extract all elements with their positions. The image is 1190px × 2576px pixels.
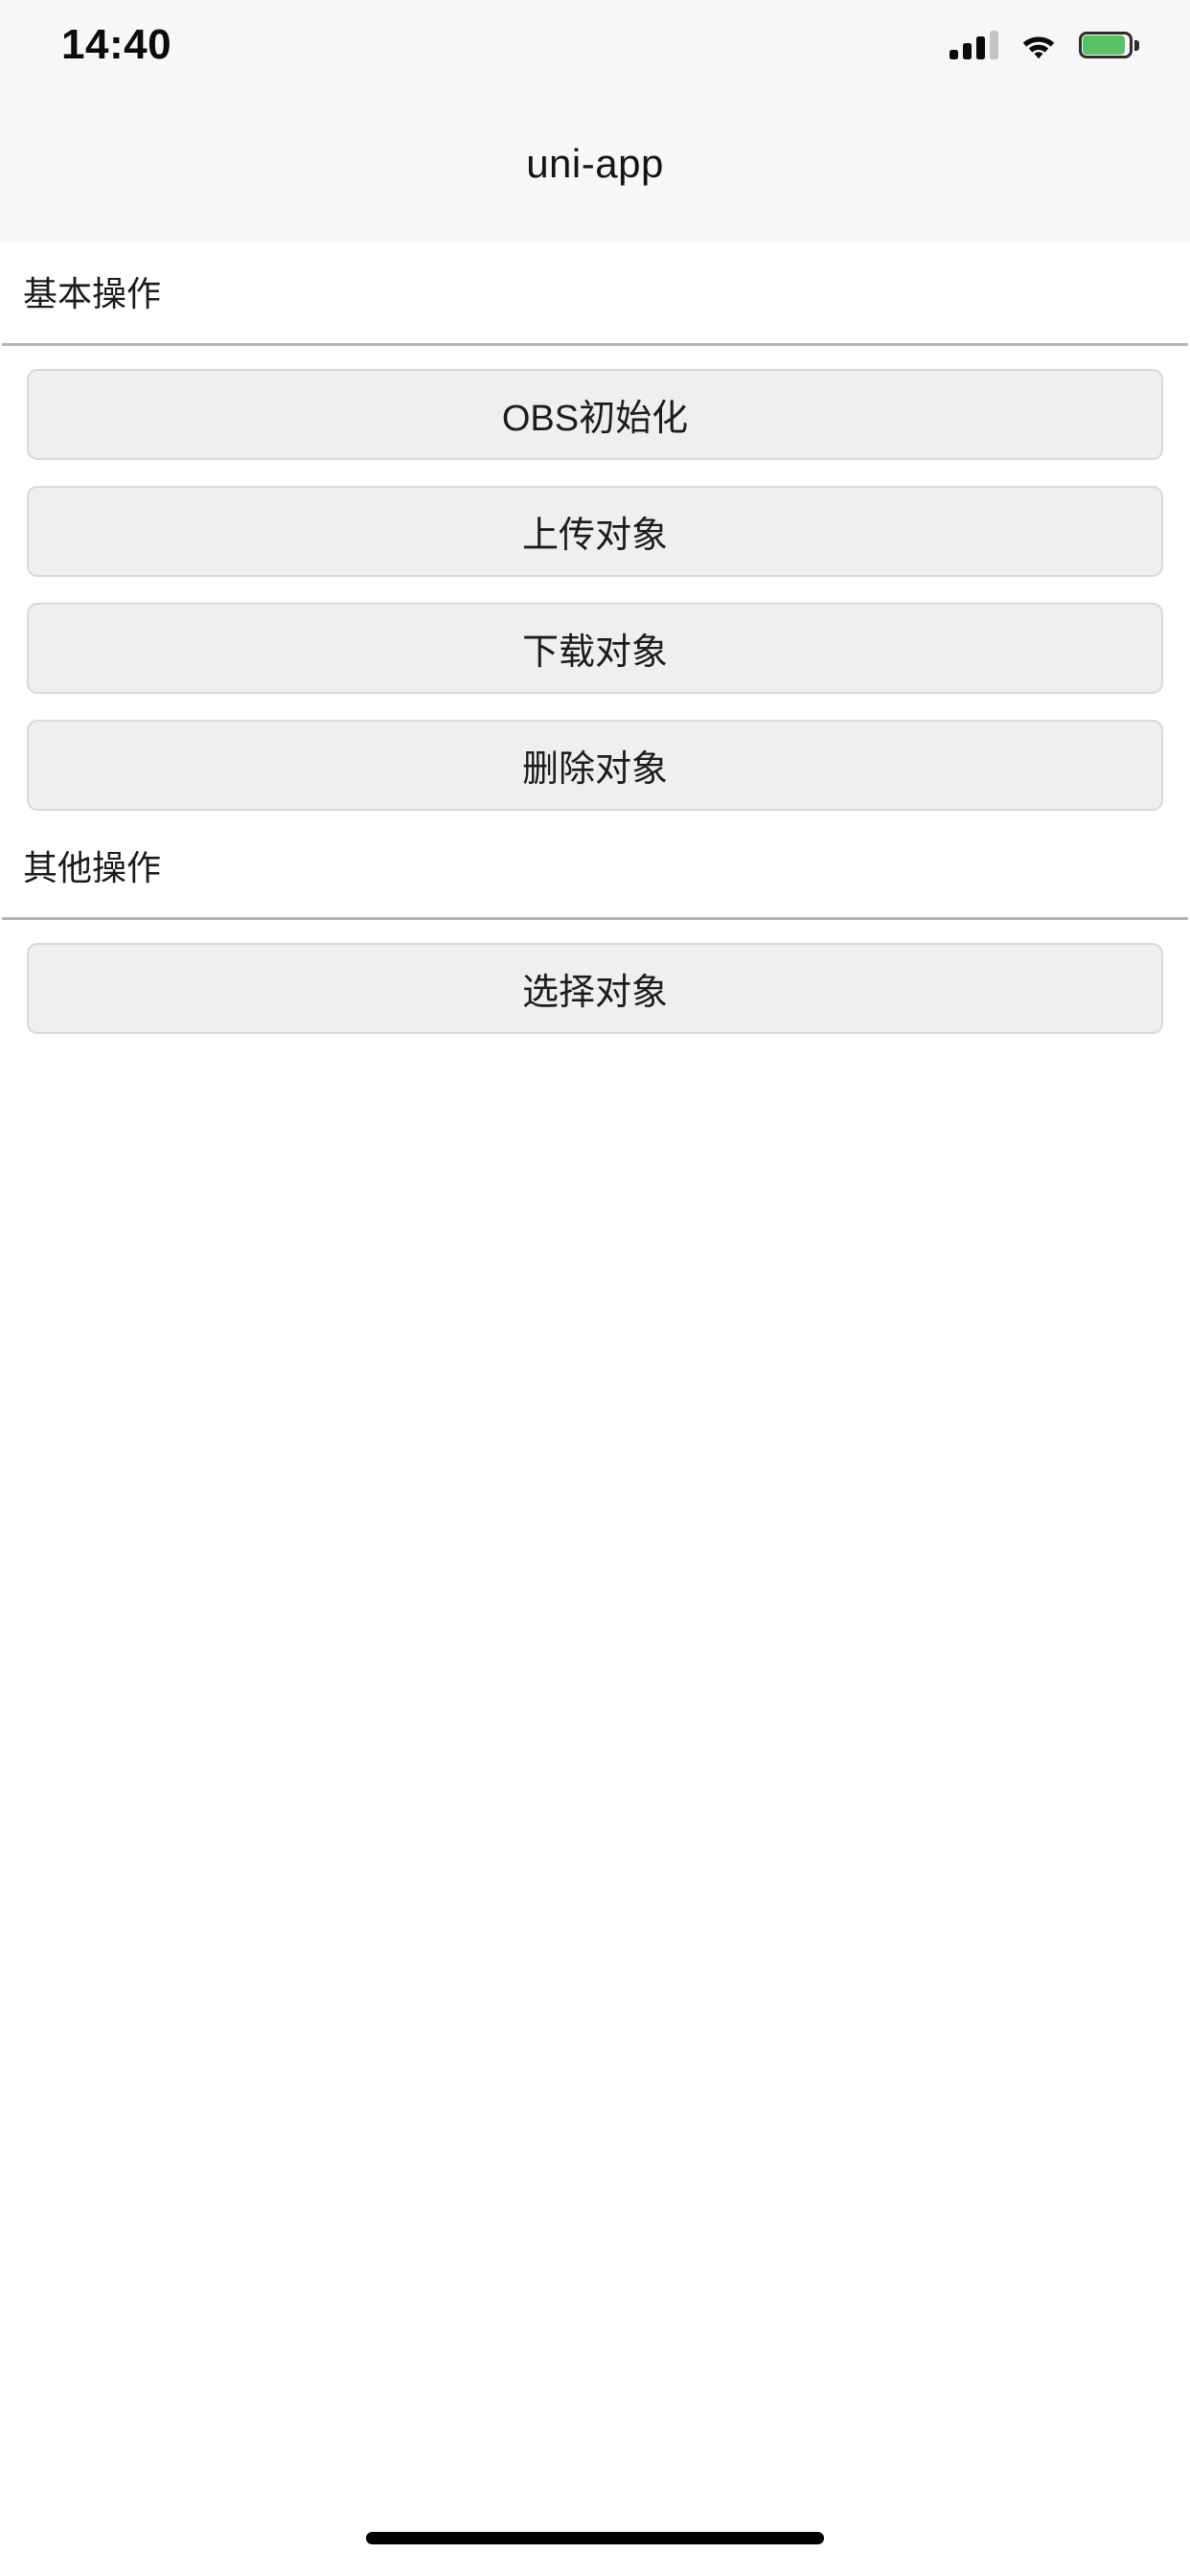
status-time: 14:40 xyxy=(61,24,172,66)
status-icons xyxy=(950,31,1133,59)
section-title-basic-operations: 基本操作 xyxy=(0,242,1190,311)
section-basic-operations: 基本操作 OBS初始化 上传对象 下载对象 删除对象 xyxy=(0,242,1190,811)
status-bar: 14:40 xyxy=(0,0,1190,84)
obs-init-button[interactable]: OBS初始化 xyxy=(27,369,1163,460)
page-content: 基本操作 OBS初始化 上传对象 下载对象 删除对象 其他操作 选择对象 xyxy=(0,242,1190,2576)
phone-screen: 14:40 uni-app 基本操作 xyxy=(0,0,1190,2576)
select-object-button[interactable]: 选择对象 xyxy=(27,943,1163,1034)
home-indicator[interactable] xyxy=(366,2532,824,2544)
download-object-button[interactable]: 下载对象 xyxy=(27,603,1163,694)
wifi-icon xyxy=(1019,31,1058,59)
upload-object-button[interactable]: 上传对象 xyxy=(27,486,1163,577)
section-title-other-operations: 其他操作 xyxy=(0,816,1190,886)
button-group-other-operations: 选择对象 xyxy=(0,920,1190,1034)
delete-object-button[interactable]: 删除对象 xyxy=(27,720,1163,811)
page-title: uni-app xyxy=(526,141,664,187)
section-other-operations: 其他操作 选择对象 xyxy=(0,816,1190,1034)
navigation-bar: uni-app xyxy=(0,84,1190,242)
cellular-signal-icon xyxy=(950,31,998,59)
button-group-basic-operations: OBS初始化 上传对象 下载对象 删除对象 xyxy=(0,346,1190,811)
battery-icon xyxy=(1079,32,1133,58)
